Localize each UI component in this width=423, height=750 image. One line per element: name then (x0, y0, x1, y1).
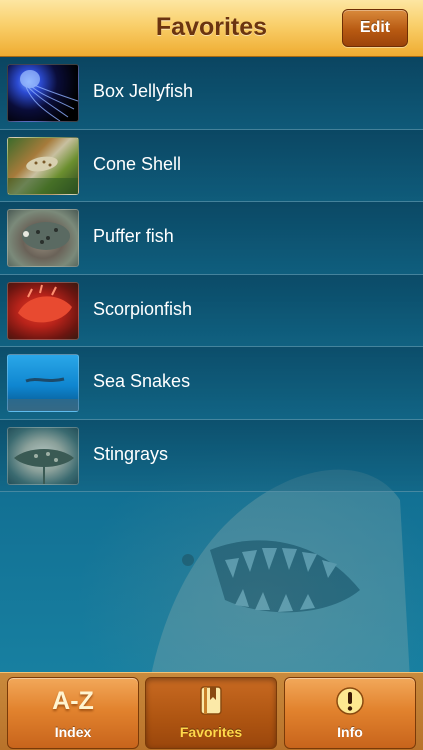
box-jellyfish-photo (7, 64, 79, 122)
cone-shell-photo (7, 136, 79, 195)
scorpionfish-photo (7, 281, 79, 340)
list-item-box-jellyfish[interactable]: Box Jellyfish (0, 57, 423, 130)
list-item-label: Cone Shell (93, 153, 182, 174)
a-z-icon: A-Z (52, 687, 94, 715)
stingrays-photo (7, 426, 79, 485)
tab-info[interactable]: Info (284, 677, 416, 749)
list-item-label: Stingrays (93, 443, 169, 464)
tab-label: Favorites (179, 724, 243, 740)
tab-label: Info (337, 724, 363, 740)
tab-label: Index (54, 724, 92, 740)
list-item-sea-snakes[interactable]: Sea Snakes (0, 347, 423, 420)
list-item-cone-shell[interactable]: Cone Shell (0, 129, 423, 202)
list-item-label: Sea Snakes (93, 371, 191, 391)
list-item-label: Scorpionfish (93, 298, 193, 319)
edit-button[interactable]: Edit (342, 9, 408, 47)
tab-index[interactable]: A-Z Index (7, 677, 139, 749)
exclamation-icon (285, 686, 415, 716)
list-item-stingrays[interactable]: Stingrays (0, 419, 423, 492)
bookmark-book-icon (146, 686, 276, 716)
puffer-fish-photo (7, 209, 79, 267)
list-item-label: Box Jellyfish (93, 81, 194, 101)
list-item-puffer-fish[interactable]: Puffer fish (0, 202, 423, 275)
favorites-list: Box Jellyfish Cone Shell Puffer fish Sco… (0, 57, 423, 492)
tab-favorites[interactable]: Favorites (145, 677, 277, 749)
list-item-label: Puffer fish (93, 226, 174, 246)
sea-snakes-photo (7, 354, 79, 412)
top-navigation-bar: Favorites Edit (0, 0, 423, 57)
list-item-scorpionfish[interactable]: Scorpionfish (0, 274, 423, 347)
bottom-tab-bar: A-Z Index Favorites Info (0, 672, 423, 750)
